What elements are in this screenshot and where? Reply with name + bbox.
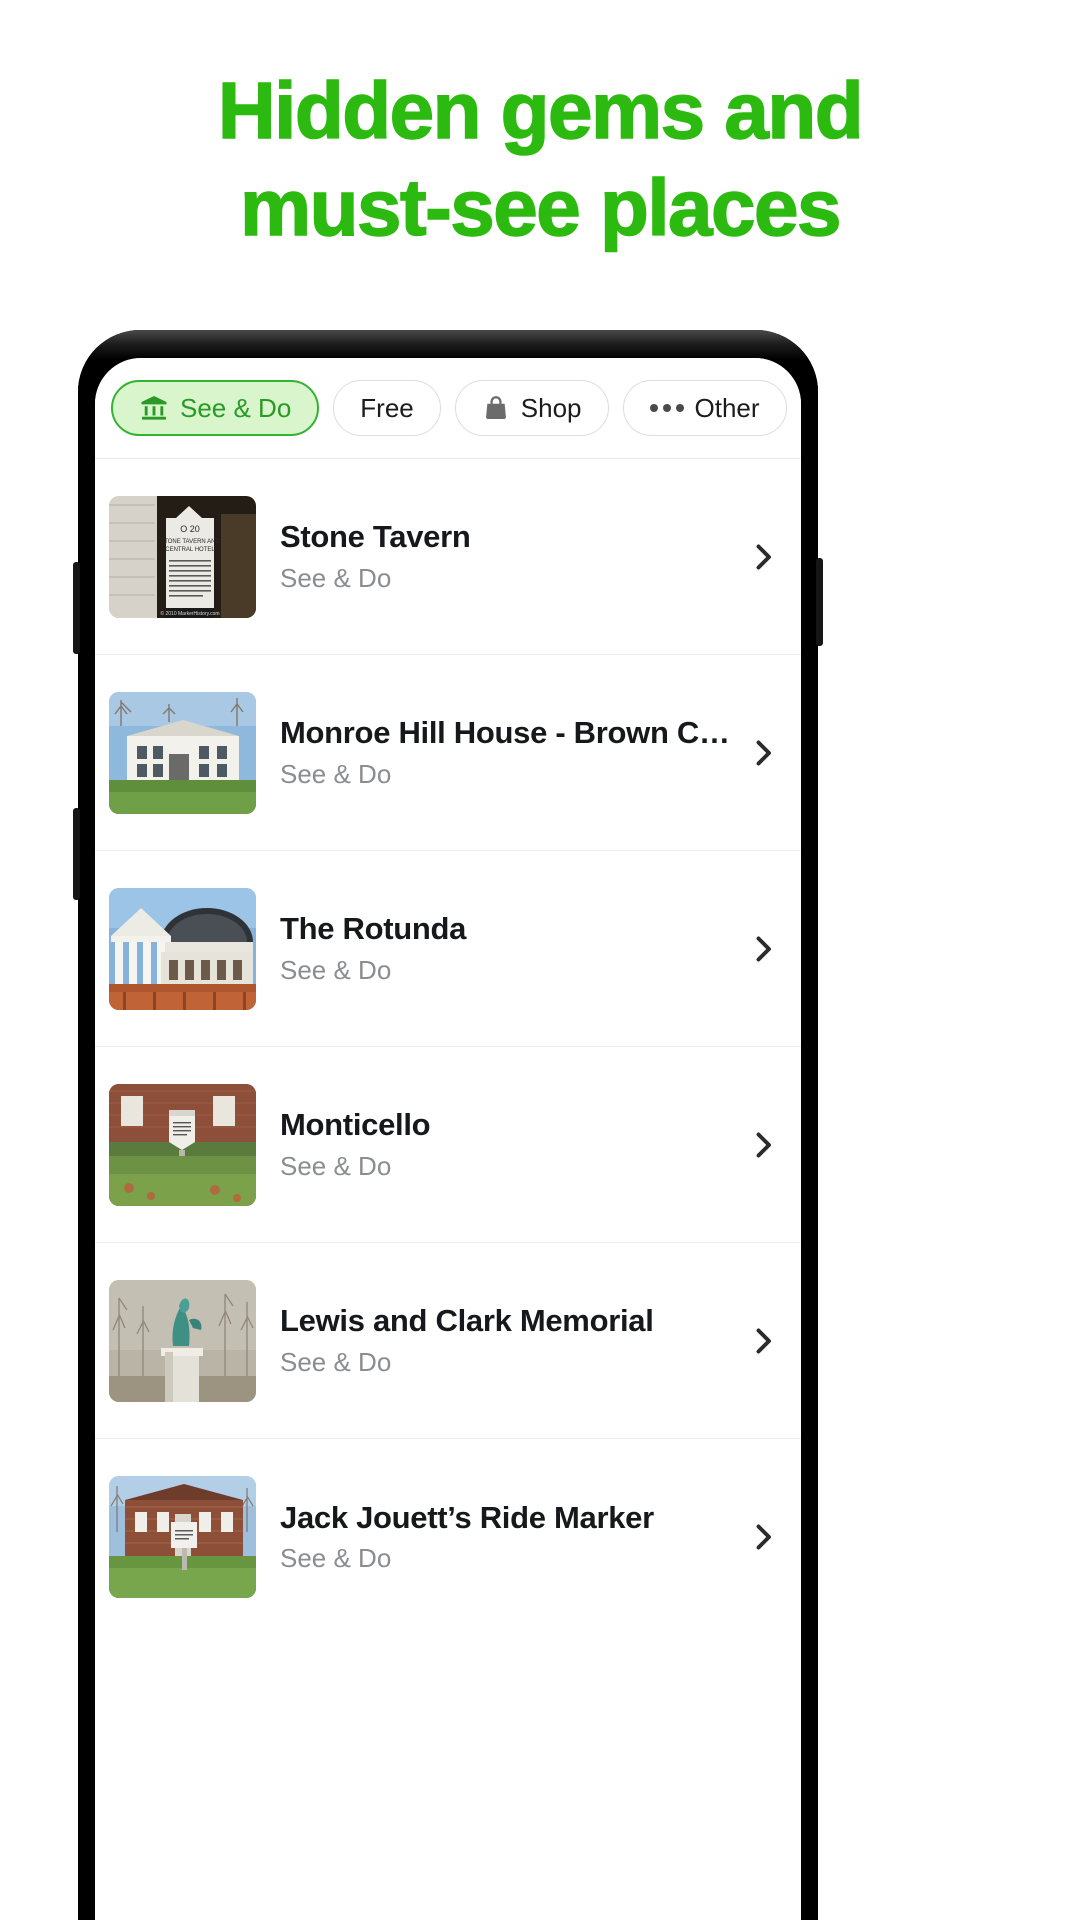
list-item[interactable]: Lewis and Clark Memorial See & Do [95,1243,801,1439]
list-item-subtitle: See & Do [280,1346,392,1377]
filter-chip-bar: See & Do Free Shop Other [95,358,801,459]
list-item-subtitle: See & Do [280,1543,392,1574]
chevron-right-icon[interactable] [735,1519,781,1555]
volume-up-button[interactable] [73,562,80,654]
list-item-title: Lewis and Clark Memorial [280,1303,654,1339]
power-button[interactable] [816,558,823,646]
page-title: Hidden gems and must-see places [0,62,1080,256]
filter-chip-other[interactable]: Other [622,380,787,436]
ellipsis-icon [649,404,684,412]
list-item-thumbnail [109,1083,256,1206]
list-item-thumbnail [109,887,256,1010]
svg-text:CENTRAL HOTEL: CENTRAL HOTEL [165,547,215,553]
list-item[interactable]: The Rotunda See & Do [95,851,801,1047]
svg-text:© 2010 MarkerHistory.com: © 2010 MarkerHistory.com [160,610,219,617]
list-item-text: Monroe Hill House - Brown College See & … [256,715,735,790]
list-item-title: Monroe Hill House - Brown College [280,715,735,751]
list-item-text: Lewis and Clark Memorial See & Do [256,1303,735,1378]
list-item-title: Stone Tavern [280,519,471,555]
list-item-subtitle: See & Do [280,1150,392,1181]
headline-line-2: must-see places [239,162,842,253]
list-item-text: The Rotunda See & Do [256,911,735,986]
chevron-right-icon[interactable] [735,735,781,771]
phone-mockup: See & Do Free Shop Other O 20 STONE TAVE… [73,330,823,1920]
filter-chip-label: See & Do [180,393,292,423]
places-list: O 20 STONE TAVERN AND CENTRAL HOTEL © 20… [95,459,801,1635]
shopping-bag-icon [482,394,510,422]
list-item[interactable]: O 20 STONE TAVERN AND CENTRAL HOTEL © 20… [95,459,801,655]
list-item-title: Jack Jouett’s Ride Marker [280,1499,654,1535]
filter-chip-free[interactable]: Free [333,380,441,436]
list-item[interactable]: Monroe Hill House - Brown College See & … [95,655,801,851]
museum-icon [139,393,169,423]
phone-screen: See & Do Free Shop Other O 20 STONE TAVE… [95,358,801,1920]
promo-screenshot: Hidden gems and must-see places See & Do… [0,0,1080,1920]
list-item-title: Monticello [280,1107,431,1143]
list-item-thumbnail: O 20 STONE TAVERN AND CENTRAL HOTEL © 20… [109,495,256,618]
list-item-subtitle: See & Do [280,954,392,985]
filter-chip-label: Shop [520,393,582,423]
list-item-text: Monticello See & Do [256,1107,735,1182]
headline-line-1: Hidden gems and [217,65,864,156]
list-item-text: Jack Jouett’s Ride Marker See & Do [256,1500,735,1575]
filter-chip-label: Other [694,393,760,423]
list-item[interactable]: Monticello See & Do [95,1047,801,1243]
filter-chip-shop[interactable]: Shop [454,380,609,436]
list-item-thumbnail [109,1476,256,1598]
filter-chip-see-and-do[interactable]: See & Do [111,380,320,436]
svg-text:O 20: O 20 [180,524,200,534]
list-item-subtitle: See & Do [280,562,392,593]
svg-text:STONE TAVERN AND: STONE TAVERN AND [160,539,220,545]
list-item-thumbnail [109,1279,256,1402]
volume-down-button[interactable] [73,808,80,900]
chevron-right-icon[interactable] [735,1127,781,1163]
chevron-right-icon[interactable] [735,931,781,967]
chevron-right-icon[interactable] [735,1323,781,1359]
list-item-subtitle: See & Do [280,758,392,789]
list-item-title: The Rotunda [280,911,467,947]
chevron-right-icon[interactable] [735,539,781,575]
filter-chip-label: Free [360,393,414,423]
list-item-thumbnail [109,691,256,814]
list-item[interactable]: Jack Jouett’s Ride Marker See & Do [95,1439,801,1635]
list-item-text: Stone Tavern See & Do [256,519,735,594]
